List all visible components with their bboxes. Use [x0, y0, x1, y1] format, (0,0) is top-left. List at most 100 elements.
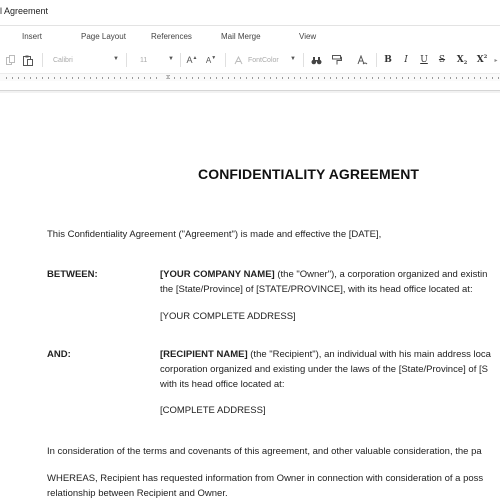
menu-insert[interactable]: Insert	[22, 32, 42, 41]
clear-formatting-icon[interactable]	[355, 52, 369, 68]
ruler-tick	[240, 77, 241, 79]
ruler-tick	[444, 77, 445, 79]
ruler-tick	[390, 77, 391, 79]
between-label: BETWEEN:	[47, 269, 98, 280]
ruler-tick	[462, 77, 463, 79]
ruler-tick	[120, 77, 121, 79]
ruler-tick	[348, 77, 349, 79]
ruler-tick	[180, 77, 181, 79]
ruler-tick	[150, 77, 151, 79]
ruler-tick	[78, 77, 79, 79]
menu-view[interactable]: View	[299, 32, 316, 41]
ruler-tick	[72, 77, 73, 79]
subscript-label: X	[456, 55, 464, 65]
ruler-tick	[426, 77, 427, 79]
intro-paragraph: This Confidentiality Agreement ("Agreeme…	[47, 229, 382, 240]
toolbar-separator	[225, 53, 226, 67]
ruler-tick	[84, 77, 85, 79]
ruler-tick	[114, 77, 115, 79]
menu-page-layout[interactable]: Page Layout	[81, 32, 126, 41]
copy-icon[interactable]	[4, 52, 16, 68]
recipient-party-line: [RECIPIENT NAME] (the "Recipient"), an i…	[160, 347, 491, 362]
ruler-tick	[126, 77, 127, 79]
font-color-label: FontColor	[248, 56, 279, 64]
and-label: AND:	[47, 349, 71, 360]
ruler-tick	[234, 77, 235, 79]
ruler-tick	[294, 77, 295, 79]
ruler-tick	[324, 77, 325, 79]
font-size-value: 11	[140, 56, 148, 64]
font-color-icon[interactable]	[232, 52, 244, 68]
bold-button[interactable]: B	[382, 52, 394, 68]
recipient-name: [RECIPIENT NAME]	[160, 349, 248, 360]
font-name-dropdown[interactable]: Calibri ▼	[53, 52, 119, 68]
indent-marker-icon[interactable]: ⧖	[166, 74, 170, 82]
paste-icon[interactable]	[22, 52, 34, 68]
ruler-tick	[54, 77, 55, 79]
ruler-tick	[264, 77, 265, 79]
font-size-dropdown[interactable]: 11 ▼	[140, 52, 174, 68]
grow-font-button[interactable]: A ▲	[185, 52, 199, 68]
toolbar-separator	[303, 53, 304, 67]
ruler-tick	[156, 77, 157, 79]
ruler-tick	[48, 77, 49, 79]
strikethrough-button[interactable]: S	[436, 52, 448, 68]
ruler-tick	[60, 77, 61, 79]
ruler-tick	[498, 77, 499, 79]
ruler-tick	[384, 77, 385, 79]
ruler-tick	[192, 77, 193, 79]
ruler-tick	[372, 77, 373, 79]
ruler-tick	[354, 77, 355, 79]
ruler-tick	[378, 77, 379, 79]
subscript-mark: 2	[463, 60, 468, 66]
ruler-tick	[300, 77, 301, 79]
document-page[interactable]: CONFIDENTIALITY AGREEMENT This Confident…	[0, 93, 500, 500]
ruler-tick	[456, 77, 457, 79]
font-color-dropdown[interactable]: FontColor ▼	[248, 52, 296, 68]
ruler-tick	[198, 77, 199, 79]
subscript-button[interactable]: X2	[455, 52, 469, 68]
ruler-tick	[330, 77, 331, 79]
ruler-tick	[276, 77, 277, 79]
ruler-tick	[396, 77, 397, 79]
ruler-tick	[486, 77, 487, 79]
menu-mail-merge[interactable]: Mail Merge	[221, 32, 261, 41]
underline-button[interactable]: U	[418, 52, 430, 68]
ruler-tick	[282, 77, 283, 79]
superscript-mark: 2	[483, 54, 488, 60]
find-icon[interactable]	[309, 52, 323, 68]
more-options-icon[interactable]: ▸	[492, 52, 500, 68]
ruler-tick	[312, 77, 313, 79]
superscript-button[interactable]: X2	[475, 52, 489, 68]
consideration-paragraph: In consideration of the terms and covena…	[47, 446, 482, 457]
arrow-down-icon: ▼	[211, 54, 217, 61]
ruler-tick	[468, 77, 469, 79]
document-title: CONFIDENTIALITY AGREEMENT	[198, 166, 420, 182]
owner-address: [YOUR COMPLETE ADDRESS]	[160, 311, 296, 322]
ruler-tick	[174, 77, 175, 79]
superscript-label: X	[476, 55, 484, 65]
ruler-tick	[360, 77, 361, 79]
ruler-tick	[420, 77, 421, 79]
ruler-tick	[6, 77, 7, 79]
ruler-tick	[12, 77, 13, 79]
toolbar-separator	[180, 53, 181, 67]
chevron-down-icon: ▼	[168, 56, 174, 62]
italic-button[interactable]: I	[400, 52, 412, 68]
title-bar: l Agreement	[0, 0, 500, 26]
ruler[interactable]: ⧖	[0, 73, 500, 81]
ruler-tick	[432, 77, 433, 79]
toolbar-separator	[42, 53, 43, 67]
toolbar-separator	[126, 53, 127, 67]
ruler-tick	[492, 77, 493, 79]
whereas-line-2: relationship between Recipient and Owner…	[47, 488, 228, 499]
shrink-font-button[interactable]: A ▼	[204, 52, 218, 68]
ruler-tick	[318, 77, 319, 79]
owner-name: [YOUR COMPANY NAME]	[160, 269, 275, 280]
recipient-line-2: corporation organized and existing under…	[160, 364, 488, 375]
ruler-tick	[18, 77, 19, 79]
format-painter-icon[interactable]	[331, 52, 343, 68]
whereas-line-1: WHEREAS, Recipient has requested informa…	[47, 473, 484, 484]
menu-references[interactable]: References	[151, 32, 192, 41]
ruler-tick	[342, 77, 343, 79]
